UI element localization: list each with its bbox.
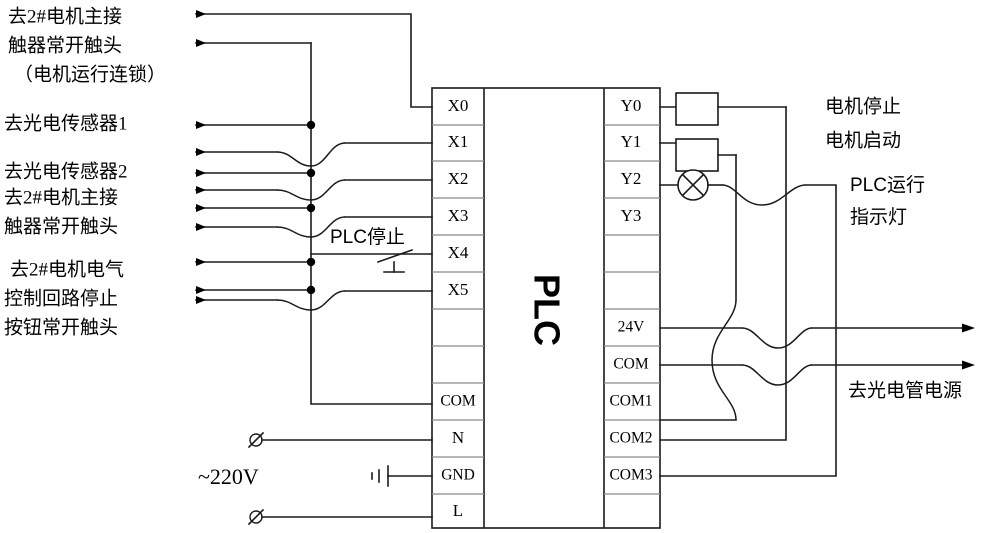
terminal-y2[interactable]: Y2 (621, 169, 642, 188)
earth-ground-icon (371, 465, 433, 487)
wire-com-bus (310, 124, 433, 405)
label-plc-run-indicator-line1: PLC运行 (850, 174, 925, 196)
terminal-x0[interactable]: X0 (448, 96, 469, 115)
plc-device-label: PLC (526, 274, 567, 346)
relay-coil-box-y1 (675, 138, 719, 172)
terminal-y3[interactable]: Y3 (621, 206, 642, 225)
power-terminal-top-slash (247, 431, 265, 449)
terminal-n[interactable]: N (452, 428, 464, 447)
wiring-schematic-canvas: PLC X0 X1 X2 X3 X4 X5 COM N GND L Y0 Y1 … (4, 5, 975, 529)
terminal-x5[interactable]: X5 (448, 280, 469, 299)
junction-dot (306, 285, 316, 295)
terminal-com1[interactable]: COM1 (609, 393, 652, 410)
label-photo-sensor-2: 去光电传感器2 (4, 160, 128, 182)
label-stop-button-line2: 控制回路停止 (4, 287, 118, 309)
left-annotations: 去2#电机主接 触器常开触头 （电机运行连锁） 去光电传感器1 去光电传感器2 … (4, 5, 166, 338)
wire-hop-24v (741, 327, 813, 349)
wire-hop-y1-riser (711, 299, 737, 421)
power-voltage-label: ~220V (198, 464, 259, 489)
label-motor-contactor-interlock-line1: 去2#电机主接 (8, 5, 122, 27)
ac-power-supply: ~220V (198, 431, 433, 526)
label-motor-stop: 电机停止 (825, 95, 901, 117)
label-stop-button-line3: 按钮常开触头 (4, 316, 118, 338)
wire-hop-comout (741, 364, 813, 386)
plc-wiring-diagram: PLC X0 X1 X2 X3 X4 X5 COM N GND L Y0 Y1 … (0, 0, 1000, 533)
terminal-l[interactable]: L (453, 501, 463, 520)
terminal-x1[interactable]: X1 (448, 132, 469, 151)
label-motor-main-contactor-line2: 触器常开触头 (4, 215, 118, 237)
label-motor-contactor-interlock-line3: （电机运行连锁） (14, 63, 166, 85)
plc-body: PLC (431, 87, 661, 529)
terminal-x4[interactable]: X4 (448, 243, 469, 262)
label-stop-button-line1: 去2#电机电气 (10, 258, 124, 280)
label-motor-main-contactor-line1: 去2#电机主接 (4, 186, 118, 208)
power-terminal-bottom-slash (247, 508, 265, 526)
wire-lamp-return-to-com3 (659, 184, 837, 477)
label-plc-run-indicator-line2: 指示灯 (850, 206, 907, 228)
terminal-y0[interactable]: Y0 (621, 96, 642, 115)
terminal-gnd[interactable]: GND (441, 467, 475, 484)
junction-dot (306, 120, 316, 130)
terminal-com3[interactable]: COM3 (609, 467, 652, 484)
right-annotations: 电机停止 电机启动 PLC运行 指示灯 去光电管电源 (825, 95, 962, 401)
junction-dot (306, 203, 316, 213)
input-wiring (195, 10, 433, 405)
switch-blade (376, 248, 414, 264)
wire-hop-lamp-return (721, 184, 807, 206)
junction-dot (306, 257, 316, 267)
label-photo-sensor-1: 去光电传感器1 (4, 112, 128, 134)
label-motor-start: 电机启动 (825, 129, 901, 151)
relay-coil-box-y0 (675, 92, 719, 126)
terminal-y1[interactable]: Y1 (621, 132, 642, 151)
terminal-com2[interactable]: COM2 (609, 430, 652, 447)
label-motor-contactor-interlock-line2: 触器常开触头 (8, 34, 122, 56)
label-plc-stop-switch: PLC停止 (330, 226, 405, 248)
output-wiring (659, 92, 975, 477)
indicator-lamp-icon (677, 169, 709, 201)
terminal-com-input[interactable]: COM (440, 393, 476, 410)
label-photo-tube-power: 去光电管电源 (848, 379, 962, 401)
wire-x0 (195, 10, 433, 108)
junction-dot (306, 168, 316, 178)
terminal-x2[interactable]: X2 (448, 169, 469, 188)
terminal-x3[interactable]: X3 (448, 206, 469, 225)
terminal-24v[interactable]: 24V (618, 319, 646, 336)
terminal-com-output[interactable]: COM (613, 356, 649, 373)
